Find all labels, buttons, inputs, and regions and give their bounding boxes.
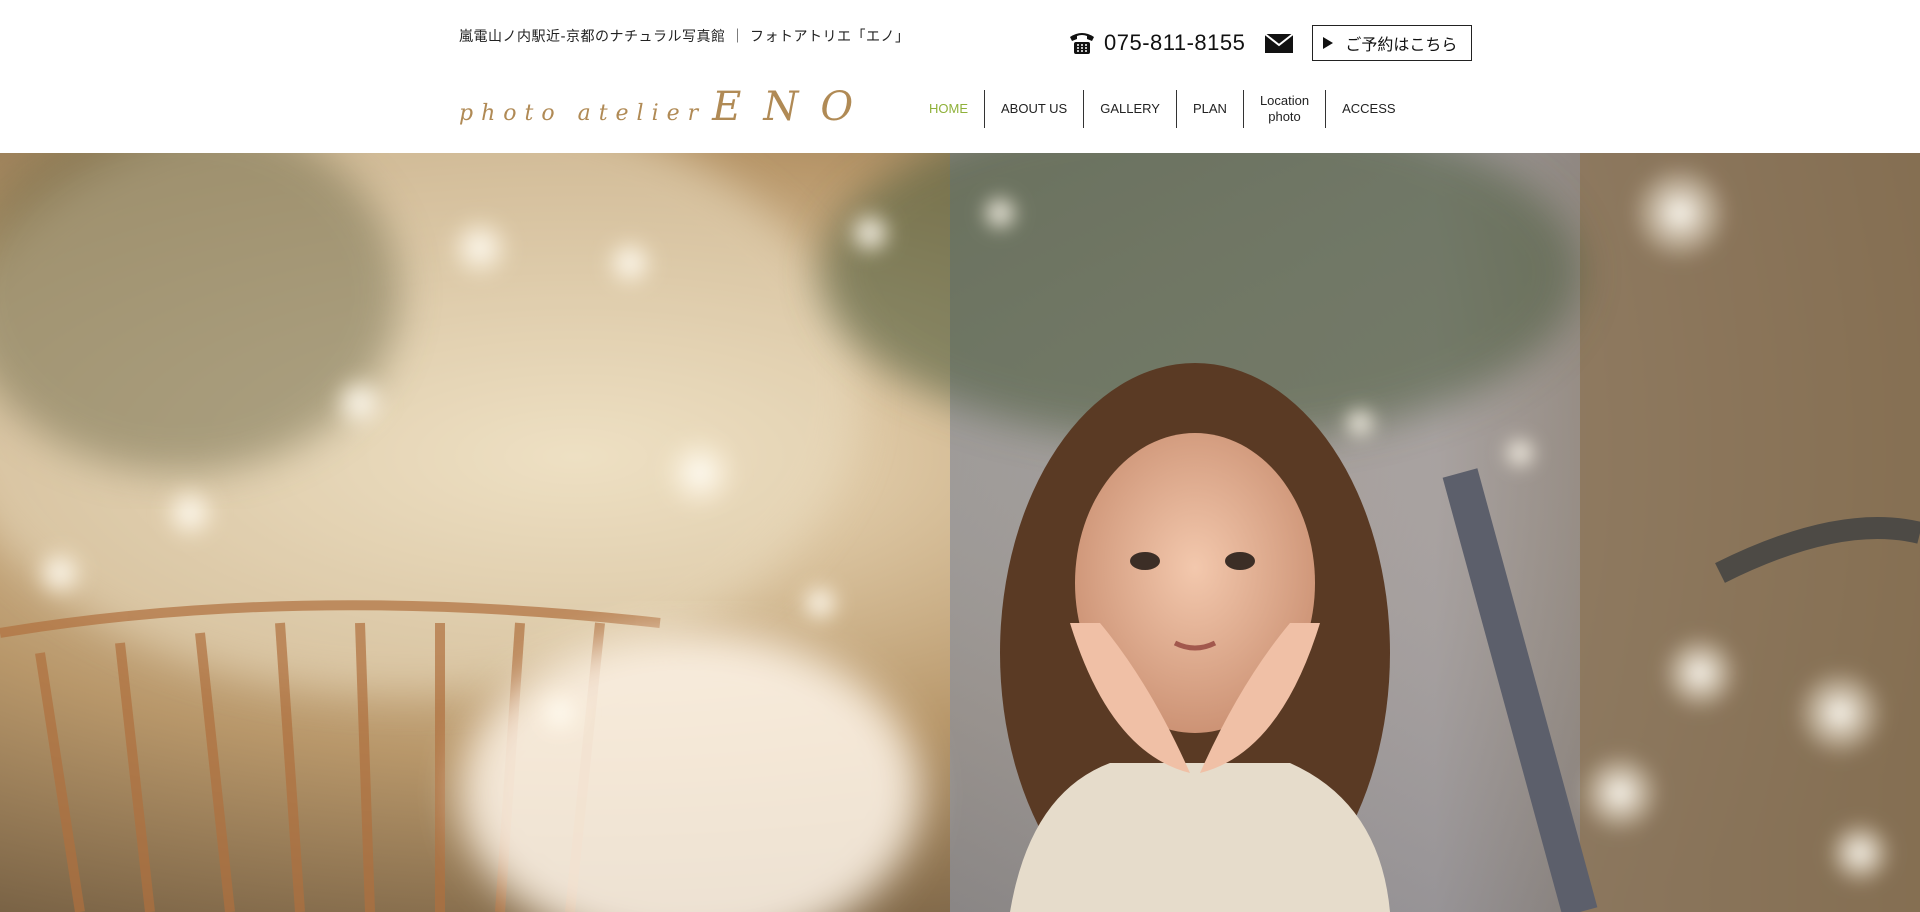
nav-item-access[interactable]: ACCESS (1326, 90, 1411, 128)
site-tagline: 嵐電山ノ内駅近-京都のナチュラル写真館 ｜ フォトアトリエ「エノ」 (459, 29, 910, 45)
hero-image (0, 153, 1920, 912)
logo-big-text: ENO (712, 84, 876, 130)
nav-item-location-photo-line1: Location (1259, 93, 1310, 108)
reserve-button-label: ご予約はこちら (1345, 35, 1458, 54)
nav-item-plan[interactable]: PLAN (1177, 90, 1244, 128)
play-arrow-icon (1323, 37, 1334, 49)
site-logo[interactable]: photo atelier ENO (459, 84, 876, 130)
nav-item-gallery[interactable]: GALLERY (1084, 90, 1177, 128)
main-nav: HOME ABOUT US GALLERY PLAN Location phot… (913, 90, 1412, 128)
nav-item-home[interactable]: HOME (913, 90, 985, 128)
nav-item-about-us[interactable]: ABOUT US (985, 90, 1085, 128)
hero-photo-illustration (0, 153, 1920, 912)
contact-bar: 075-811-8155 ご予約はこちら (1068, 25, 1473, 61)
logo-small-text: photo atelier (459, 101, 707, 126)
phone-number[interactable]: 075-811-8155 (1104, 30, 1245, 56)
nav-item-location-photo[interactable]: Location photo (1244, 90, 1327, 128)
mail-icon[interactable] (1264, 32, 1294, 54)
nav-item-location-photo-line2: photo (1268, 109, 1301, 124)
reserve-button[interactable]: ご予約はこちら (1312, 25, 1473, 61)
phone-icon (1068, 30, 1096, 56)
